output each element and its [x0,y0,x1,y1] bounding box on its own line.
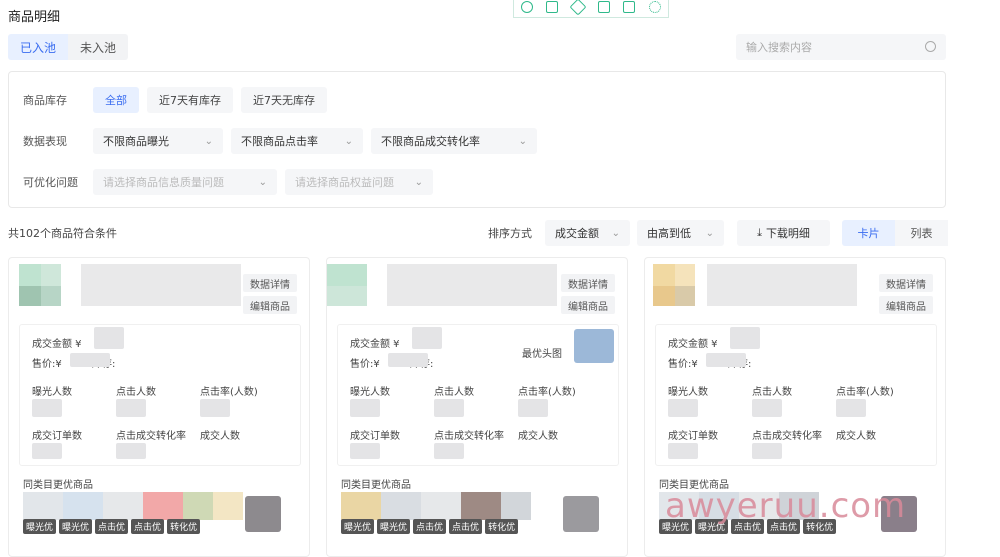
gmv-label: 成交金额 ¥ [350,339,400,350]
conversion-select[interactable]: 不限商品成交转化率 ⌄ [371,128,537,154]
metric-label: 点击人数 [752,387,792,398]
ctr-select[interactable]: 不限商品点击率 ⌄ [231,128,363,154]
tab-in-pool[interactable]: 已入池 [8,34,68,60]
price-label: 售价:¥ [668,359,698,370]
tag: 转化优 [167,519,201,534]
edit-product-button[interactable]: 编辑商品 [561,296,615,314]
share-icon[interactable] [623,1,636,13]
similar-products-label: 同类目更优商品 [341,480,411,491]
view-list-button[interactable]: 列表 [895,220,948,246]
floating-toolbar [513,0,669,18]
tag: 点击优 [131,519,165,534]
tag: 点击优 [449,519,483,534]
data-detail-button[interactable]: 数据详情 [243,274,297,292]
tag: 曝光优 [377,519,411,534]
metric-label: 点击率(人数) [200,387,258,398]
filter-panel: 商品库存 全部 近7天有库存 近7天无库存 数据表现 不限商品曝光 ⌄ 不限商品点… [8,71,946,208]
best-image-label: 最优头图 [522,349,562,360]
download-button[interactable]: ⤓ 下载明细 [737,220,830,246]
stock-option-all[interactable]: 全部 [93,87,139,113]
metric-label: 曝光人数 [32,387,72,398]
advantage-tags: 曝光优 曝光优 点击优 点击优 转化优 [23,519,203,534]
page-title: 商品明细 [8,10,61,25]
gear-icon[interactable] [649,1,662,13]
chevron-down-icon: ⌄ [204,135,213,147]
similar-products-label: 同类目更优商品 [23,480,93,491]
price-label: 售价:¥ [32,359,62,370]
metric-label: 点击成交转化率 [116,431,186,442]
chevron-down-icon: ⌄ [705,227,714,239]
quality-issue-select[interactable]: 请选择商品信息质量问题 ⌄ [93,169,277,195]
copy-icon[interactable] [546,1,559,13]
gmv-label: 成交金额 ¥ [32,339,82,350]
gmv-label: 成交金额 ¥ [668,339,718,350]
chevron-down-icon: ⌄ [611,227,620,239]
tag: 点击优 [413,519,447,534]
pool-tabs: 已入池 未入池 [8,34,128,60]
watermark: awyeruu.com [665,486,907,526]
search-icon[interactable] [925,41,936,52]
stock-option-no-stock[interactable]: 近7天无库存 [241,87,327,113]
download-icon: ⤓ [757,226,762,239]
filter-label: 数据表现 [23,135,67,148]
metric-label: 点击成交转化率 [752,431,822,442]
chevron-down-icon: ⌄ [344,135,353,147]
metric-label: 曝光人数 [668,387,708,398]
edit-product-button[interactable]: 编辑商品 [879,296,933,314]
tag: 曝光优 [59,519,93,534]
filter-row-stock: 商品库存 全部 近7天有库存 近7天无库存 [23,87,335,113]
benefit-issue-select[interactable]: 请选择商品权益问题 ⌄ [285,169,433,195]
metric-label: 成交人数 [518,431,558,442]
sort-label: 排序方式 [488,227,532,240]
metric-label: 成交订单数 [32,431,82,442]
filter-label: 可优化问题 [23,176,78,189]
metric-label: 成交人数 [200,431,240,442]
search-placeholder: 输入搜索内容 [746,41,812,54]
filter-label: 商品库存 [23,94,67,107]
price-label: 售价:¥ [350,359,380,370]
chevron-down-icon: ⌄ [258,176,267,188]
metrics-panel: 成交金额 ¥ 售价:¥ 库存: 曝光人数 点击人数 点击率(人数) 成交订单数 … [19,324,301,466]
view-card-button[interactable]: 卡片 [842,220,895,246]
tab-not-in-pool[interactable]: 未入池 [68,34,128,60]
tag: 点击优 [95,519,129,534]
metric-label: 成交订单数 [668,431,718,442]
metric-label: 点击率(人数) [836,387,894,398]
tag: 曝光优 [341,519,375,534]
save-icon[interactable] [597,1,610,13]
stock-option-has-stock[interactable]: 近7天有库存 [147,87,233,113]
edit-product-button[interactable]: 编辑商品 [243,296,297,314]
view-toggle: 卡片 列表 [842,220,948,246]
search-input[interactable]: 输入搜索内容 [736,34,946,60]
tag: 转化优 [485,519,519,534]
exposure-select[interactable]: 不限商品曝光 ⌄ [93,128,223,154]
metrics-panel: 成交金额 ¥ 售价:¥ 库存: 曝光人数 点击人数 点击率(人数) 成交订单数 … [655,324,937,466]
filter-row-performance: 数据表现 不限商品曝光 ⌄ 不限商品点击率 ⌄ 不限商品成交转化率 ⌄ [23,128,545,154]
filter-row-issues: 可优化问题 请选择商品信息质量问题 ⌄ 请选择商品权益问题 ⌄ [23,169,441,195]
metric-label: 点击人数 [434,387,474,398]
sort-field-select[interactable]: 成交金额 ⌄ [545,220,630,246]
chevron-down-icon: ⌄ [518,135,527,147]
sort-order-select[interactable]: 由高到低 ⌄ [637,220,724,246]
metric-label: 曝光人数 [350,387,390,398]
expand-icon[interactable] [569,0,587,16]
metric-label: 成交订单数 [350,431,400,442]
refresh-icon[interactable] [520,1,533,13]
metric-label: 点击人数 [116,387,156,398]
data-detail-button[interactable]: 数据详情 [879,274,933,292]
chevron-down-icon: ⌄ [414,176,423,188]
product-card: 数据详情 编辑商品 成交金额 ¥ 售价:¥ 库存: 曝光人数 点击人数 点击率(… [8,257,310,557]
advantage-tags: 曝光优 曝光优 点击优 点击优 转化优 [341,519,521,534]
metrics-panel: 成交金额 ¥ 售价:¥ 库存: 最优头图 曝光人数 点击人数 点击率(人数) 成… [337,324,619,466]
data-detail-button[interactable]: 数据详情 [561,274,615,292]
product-card: 数据详情 编辑商品 成交金额 ¥ 售价:¥ 库存: 最优头图 曝光人数 点击人数… [326,257,628,557]
metric-label: 成交人数 [836,431,876,442]
result-count: 共102个商品符合条件 [8,227,117,240]
tag: 曝光优 [23,519,57,534]
metric-label: 点击率(人数) [518,387,576,398]
metric-label: 点击成交转化率 [434,431,504,442]
